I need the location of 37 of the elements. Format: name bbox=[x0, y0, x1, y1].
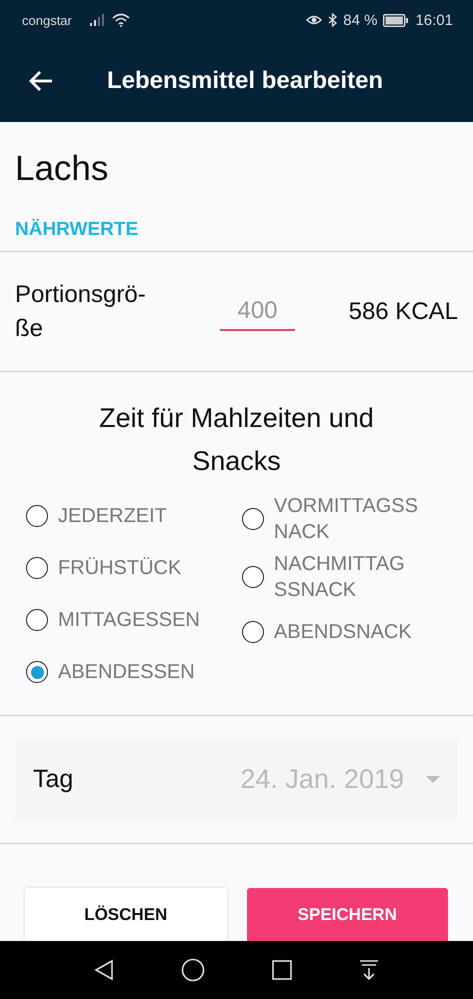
meal-option-label[interactable]: VORMITTAGSS NACK bbox=[274, 493, 418, 546]
portion-label: Portionsgrö- ße bbox=[15, 280, 147, 344]
bluetooth-icon bbox=[328, 13, 338, 27]
radio-button[interactable] bbox=[242, 621, 264, 644]
meal-option-label[interactable]: ABENDSNACK bbox=[274, 619, 412, 646]
meal-option-label[interactable]: NACHMITTAG SSNACK bbox=[274, 551, 405, 604]
radio-button[interactable] bbox=[26, 557, 48, 580]
clock-time: 16:01 bbox=[415, 12, 453, 28]
meal-option-label[interactable]: ABENDESSEN bbox=[58, 659, 195, 686]
save-button[interactable]: SPEICHERN bbox=[246, 888, 448, 941]
carrier-name: congstar bbox=[22, 12, 72, 28]
battery-percent: 84 % bbox=[343, 12, 378, 28]
portion-input[interactable]: 400 bbox=[220, 292, 295, 330]
back-icon[interactable] bbox=[93, 959, 116, 981]
recent-apps-icon[interactable] bbox=[272, 960, 292, 980]
meal-option-label[interactable]: MITTAGESSEN bbox=[58, 607, 200, 634]
screen-title: Lebensmittel bearbeiten bbox=[107, 67, 384, 95]
radio-button[interactable] bbox=[242, 566, 264, 588]
radio-button[interactable] bbox=[242, 508, 264, 530]
home-icon[interactable] bbox=[181, 958, 206, 982]
wifi-icon bbox=[112, 13, 130, 27]
day-label: Tag bbox=[33, 765, 74, 794]
section-heading: NÄHRWERTE bbox=[0, 189, 473, 252]
notification-pull-icon[interactable] bbox=[358, 959, 380, 981]
radio-button[interactable] bbox=[26, 661, 48, 684]
food-name: Lachs bbox=[14, 148, 110, 189]
meal-option-label[interactable]: JEDERZEIT bbox=[58, 503, 167, 530]
calories-value: 586 KCAL bbox=[348, 298, 458, 326]
radio-button[interactable] bbox=[26, 609, 48, 632]
eye-icon bbox=[306, 14, 322, 26]
signal-icon bbox=[90, 14, 106, 26]
delete-button[interactable]: LÖSCHEN bbox=[25, 888, 226, 941]
radio-button[interactable] bbox=[26, 505, 48, 528]
meal-time-heading: Zeit für Mahlzeiten und Snacks bbox=[98, 402, 375, 478]
meal-option-label[interactable]: FRÜHSTÜCK bbox=[58, 555, 182, 582]
battery-icon bbox=[383, 14, 410, 26]
back-arrow-icon[interactable] bbox=[29, 70, 53, 92]
